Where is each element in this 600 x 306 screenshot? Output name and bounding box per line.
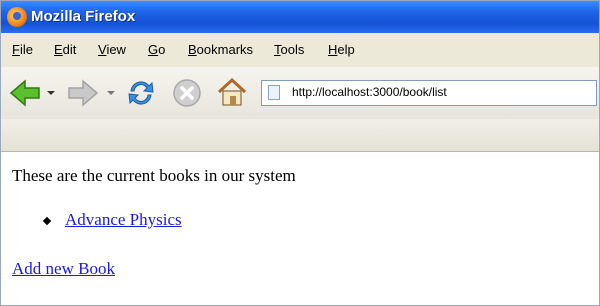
address-bar[interactable]: http://localhost:3000/book/list (261, 80, 597, 106)
menu-help[interactable]: Help (328, 42, 355, 57)
window-title: Mozilla Firefox (31, 8, 136, 25)
browser-window: Mozilla Firefox File Edit View Go Bookma… (0, 0, 600, 306)
menu-edit[interactable]: Edit (54, 42, 76, 57)
forward-arrow-icon[interactable] (67, 77, 99, 109)
title-bar: Mozilla Firefox (1, 1, 599, 33)
home-icon[interactable] (215, 75, 249, 109)
back-arrow-icon[interactable] (9, 77, 41, 109)
menu-file[interactable]: File (12, 42, 33, 57)
intro-text: These are the current books in our syste… (12, 166, 296, 185)
page-content: These are the current books in our syste… (1, 152, 599, 305)
add-book-link[interactable]: Add new Book (12, 259, 115, 279)
navigation-toolbar: http://localhost:3000/book/list (1, 67, 599, 120)
book-link[interactable]: Advance Physics (65, 210, 182, 230)
forward-dropdown-icon[interactable] (107, 89, 115, 97)
reload-icon[interactable] (125, 77, 157, 109)
menu-bar: File Edit View Go Bookmarks Tools Help (1, 33, 599, 68)
list-bullet (42, 216, 52, 226)
bookmarks-toolbar (1, 119, 599, 152)
stop-icon[interactable] (171, 77, 203, 109)
menu-bookmarks[interactable]: Bookmarks (188, 42, 253, 57)
menu-go[interactable]: Go (148, 42, 165, 57)
menu-view[interactable]: View (98, 42, 126, 57)
url-text: http://localhost:3000/book/list (292, 85, 447, 99)
page-icon (268, 85, 280, 100)
back-dropdown-icon[interactable] (47, 89, 55, 97)
firefox-logo-icon (7, 7, 27, 27)
menu-tools[interactable]: Tools (274, 42, 304, 57)
